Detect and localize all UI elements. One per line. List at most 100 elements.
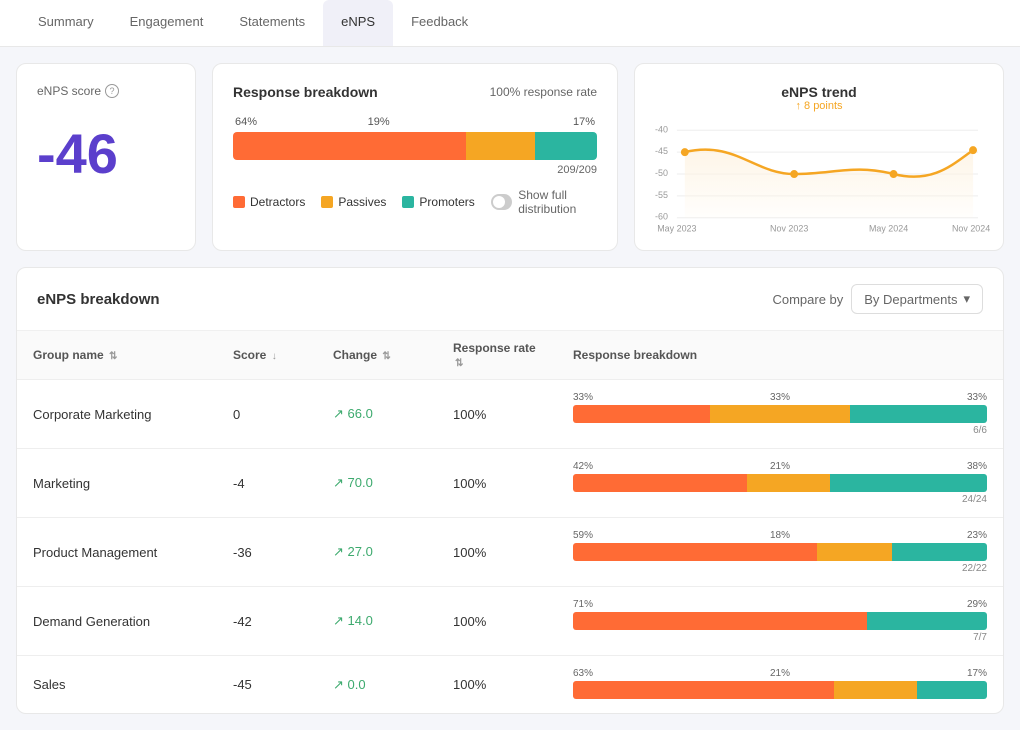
- mini-bar-labels: 63%21%17%: [573, 668, 987, 679]
- mini-stacked-bar: [573, 474, 987, 492]
- mini-bar-yellow: [834, 681, 917, 699]
- mini-bar-count: 7/7: [573, 632, 987, 643]
- trend-points: ↑ 8 points: [655, 100, 983, 112]
- compare-label: Compare by: [772, 292, 843, 307]
- chart-point-1: [681, 148, 689, 156]
- chart-point-4: [969, 146, 977, 154]
- detractors-dot: [233, 196, 245, 208]
- response-breakdown-card: Response breakdown 100% response rate 64…: [212, 63, 618, 251]
- toggle-label: Show full distribution: [518, 188, 597, 216]
- legend-detractors: Detractors: [233, 195, 305, 209]
- svg-text:-45: -45: [655, 146, 668, 156]
- breakdown-header: Response breakdown 100% response rate: [233, 84, 597, 100]
- cell-change: ↗ 66.0: [317, 380, 437, 449]
- svg-text:-50: -50: [655, 168, 668, 178]
- table-row: Corporate Marketing0↗ 66.0100%33%33%33%6…: [17, 380, 1003, 449]
- svg-text:May 2024: May 2024: [869, 224, 908, 234]
- distribution-toggle[interactable]: Show full distribution: [491, 188, 597, 216]
- toggle-switch[interactable]: [491, 194, 512, 210]
- mini-bar-red: [573, 681, 834, 699]
- response-stacked-bar: [233, 132, 597, 160]
- tab-engagement[interactable]: Engagement: [112, 0, 222, 46]
- chart-area: -40 -45 -50 -55 -60: [655, 120, 983, 230]
- change-value: ↗ 27.0: [333, 544, 373, 559]
- tab-enps[interactable]: eNPS: [323, 0, 393, 46]
- legend-promoters: Promoters: [402, 195, 474, 209]
- mini-bar-teal: [917, 681, 987, 699]
- enps-score-card: eNPS score ? -46: [16, 63, 196, 251]
- mini-stacked-bar: [573, 681, 987, 699]
- bar-detractors: [233, 132, 466, 160]
- trend-title: eNPS trend: [655, 84, 983, 100]
- section-title: eNPS breakdown: [37, 291, 160, 308]
- mini-stacked-bar: [573, 543, 987, 561]
- change-value: ↗ 0.0: [333, 677, 366, 692]
- mini-bar-labels: 71%29%: [573, 599, 987, 610]
- compare-by: Compare by By Departments ▾: [772, 284, 983, 314]
- sort-icon-score[interactable]: ↓: [272, 351, 277, 362]
- svg-text:Nov 2023: Nov 2023: [770, 224, 808, 234]
- trend-up-arrow: ↑: [795, 100, 804, 112]
- cell-response-breakdown: 42%21%38%24/24: [557, 449, 1003, 518]
- cell-response-rate: 100%: [437, 518, 557, 587]
- table-body: Corporate Marketing0↗ 66.0100%33%33%33%6…: [17, 380, 1003, 714]
- mini-bar-teal: [892, 543, 987, 561]
- breakdown-section: eNPS breakdown Compare by By Departments…: [16, 267, 1004, 714]
- mini-bar-red: [573, 543, 817, 561]
- trend-chart: -40 -45 -50 -55 -60: [655, 120, 983, 230]
- mini-bar-teal: [830, 474, 987, 492]
- cell-score: 0: [217, 380, 317, 449]
- cell-response-breakdown: 71%29% 7/7: [557, 587, 1003, 656]
- main-content: eNPS score ? -46 Response breakdown 100%…: [0, 47, 1020, 730]
- tab-feedback[interactable]: Feedback: [393, 0, 486, 46]
- cell-score: -45: [217, 656, 317, 714]
- passives-dot: [321, 196, 333, 208]
- mini-bar-labels: 59%18%23%: [573, 530, 987, 541]
- bar-count: 209/209: [233, 164, 597, 176]
- sort-icon-group[interactable]: ⇅: [109, 351, 117, 362]
- mini-bar-labels: 42%21%38%: [573, 461, 987, 472]
- mini-bar-yellow: [817, 543, 892, 561]
- response-rate: 100% response rate: [490, 85, 597, 99]
- help-icon[interactable]: ?: [105, 84, 119, 98]
- cell-change: ↗ 14.0: [317, 587, 437, 656]
- change-value: ↗ 66.0: [333, 406, 373, 421]
- th-change: Change ⇅: [317, 331, 437, 380]
- cell-group-name: Corporate Marketing: [17, 380, 217, 449]
- change-value: ↗ 14.0: [333, 613, 373, 628]
- cell-score: -36: [217, 518, 317, 587]
- mini-stacked-bar: [573, 612, 987, 630]
- legend: Detractors Passives Promoters S: [233, 188, 597, 216]
- mini-stacked-bar: [573, 405, 987, 423]
- tab-statements[interactable]: Statements: [221, 0, 323, 46]
- top-row: eNPS score ? -46 Response breakdown 100%…: [16, 63, 1004, 251]
- cell-response-breakdown: 63%21%17%: [557, 656, 1003, 714]
- th-group-name: Group name ⇅: [17, 331, 217, 380]
- sort-icon-change[interactable]: ⇅: [382, 351, 390, 362]
- departments-dropdown[interactable]: By Departments ▾: [851, 284, 983, 314]
- mini-bar-yellow: [710, 405, 851, 423]
- th-response-breakdown: Response breakdown: [557, 331, 1003, 380]
- th-score: Score ↓: [217, 331, 317, 380]
- bar-passives: [466, 132, 535, 160]
- cell-score: -42: [217, 587, 317, 656]
- table-header-row: Group name ⇅ Score ↓ Change ⇅ Response: [17, 331, 1003, 380]
- mini-bar-labels: 33%33%33%: [573, 392, 987, 403]
- table-row: Demand Generation-42↗ 14.0100%71%29%7/7: [17, 587, 1003, 656]
- breakdown-title: Response breakdown: [233, 84, 378, 100]
- table-row: Sales-45 ↗ 0.0 100% 63%21%17%: [17, 656, 1003, 714]
- cell-group-name: Demand Generation: [17, 587, 217, 656]
- cell-response-rate: 100%: [437, 449, 557, 518]
- tab-summary[interactable]: Summary: [20, 0, 112, 46]
- sort-icon-rate[interactable]: ⇅: [455, 358, 463, 369]
- cell-response-breakdown: 33%33%33%6/6: [557, 380, 1003, 449]
- cell-response-rate: 100%: [437, 656, 557, 714]
- breakdown-section-header: eNPS breakdown Compare by By Departments…: [17, 268, 1003, 331]
- svg-text:-40: -40: [655, 124, 668, 134]
- cell-group-name: Sales: [17, 656, 217, 714]
- mini-bar-teal: [867, 612, 987, 630]
- trend-card: eNPS trend ↑ 8 points: [634, 63, 1004, 251]
- cell-change: ↗ 0.0: [317, 656, 437, 714]
- toggle-knob: [493, 196, 505, 208]
- mini-bar-yellow: [747, 474, 830, 492]
